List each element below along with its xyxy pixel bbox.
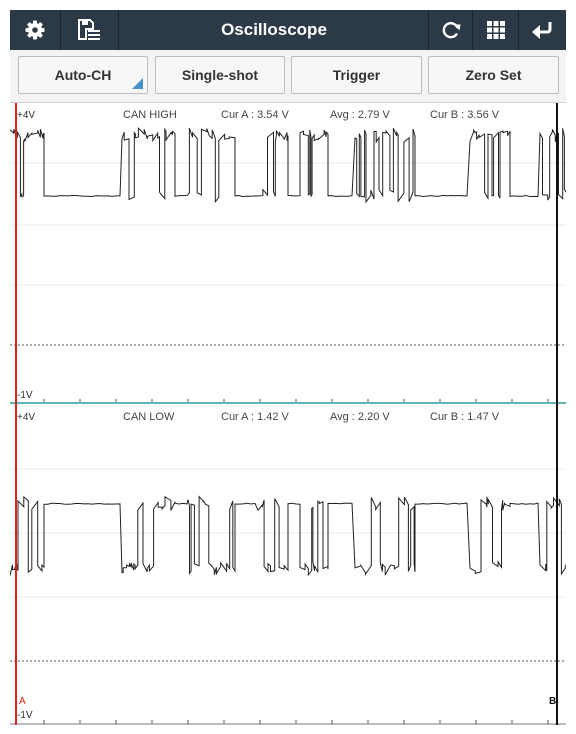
back-icon (532, 20, 554, 40)
grid-button[interactable] (472, 10, 519, 50)
zero-set-label: Zero Set (465, 67, 522, 83)
trigger-label: Trigger (332, 67, 381, 83)
grid-icon (487, 21, 505, 39)
channel-1-max-label: +4V (17, 110, 35, 121)
channel-2-min-label: -1V (17, 710, 33, 721)
channel-1-min-label: -1V (17, 390, 33, 401)
top-toolbar: Oscilloscope (10, 10, 566, 51)
settings-button[interactable] (10, 10, 61, 50)
channel-2-cur-a: Cur A : 1.42 V (221, 411, 290, 423)
cursor-a-label: A (19, 696, 26, 707)
channel-2-cur-b: Cur B : 1.47 V (430, 411, 500, 423)
channel-1-cur-a: Cur A : 3.54 V (221, 109, 290, 121)
single-shot-button[interactable]: Single-shot (155, 56, 285, 94)
channel-1-avg: Avg : 2.79 V (330, 109, 390, 121)
auto-ch-label: Auto-CH (54, 67, 112, 83)
back-button[interactable] (518, 10, 567, 50)
channel-2-avg: Avg : 2.20 V (330, 411, 390, 423)
function-button-row: Auto-CH Single-shot Trigger Zero Set (10, 50, 566, 103)
save-button[interactable] (60, 10, 119, 50)
refresh-button[interactable] (428, 10, 473, 50)
channel-1-name: CAN HIGH (123, 109, 177, 121)
oscilloscope-display[interactable]: +4V CAN HIGH Cur A : 3.54 V Avg : 2.79 V… (10, 103, 566, 725)
channel-2-max-label: +4V (17, 412, 35, 423)
cursor-b-label: B (549, 696, 556, 707)
single-shot-label: Single-shot (181, 67, 259, 83)
save-list-icon (77, 19, 101, 41)
channel-1-cur-b: Cur B : 3.56 V (430, 109, 500, 121)
dropdown-corner-icon (132, 78, 143, 89)
gear-icon (25, 20, 45, 40)
refresh-icon (441, 20, 461, 40)
auto-ch-button[interactable]: Auto-CH (18, 56, 148, 94)
channel-2-name: CAN LOW (123, 411, 175, 423)
app-title: Oscilloscope (221, 20, 327, 39)
zero-set-button[interactable]: Zero Set (428, 56, 559, 94)
trigger-button[interactable]: Trigger (291, 56, 422, 94)
